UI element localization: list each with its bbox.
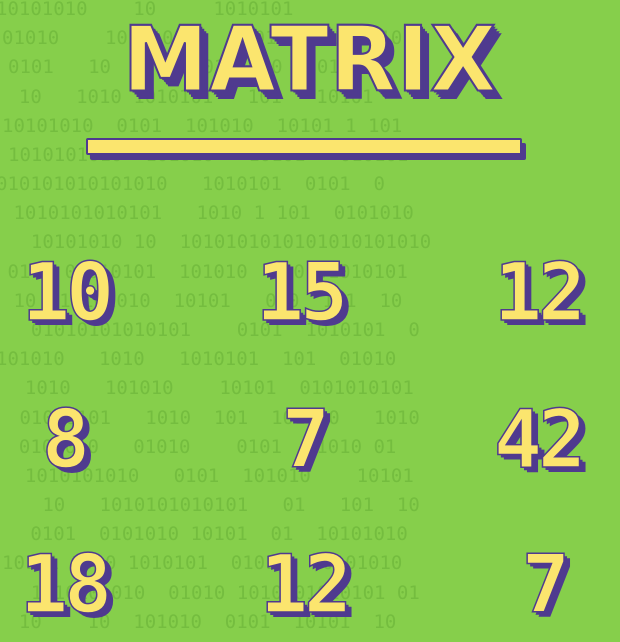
matrix-cell-r1-c3: 12 xyxy=(493,246,587,339)
matrix-cell-r3-c1: 18 xyxy=(19,538,113,631)
matrix-cell-r2-c2: 7 xyxy=(281,393,331,486)
matrix-cell-r3-c2: 12 xyxy=(259,538,353,631)
matrix-cell-r3-c3: 7 xyxy=(521,538,571,631)
matrix-cell-r2-c1: 8 xyxy=(41,393,91,486)
matrix-cell-r1-c2: 15 xyxy=(255,246,349,339)
matrix-cell-r1-c1: 10 xyxy=(21,246,115,339)
matrix-cell-r2-c3: 42 xyxy=(493,393,587,486)
matrix-grid: 10 15 12 8 7 42 18 12 7 xyxy=(0,0,620,642)
